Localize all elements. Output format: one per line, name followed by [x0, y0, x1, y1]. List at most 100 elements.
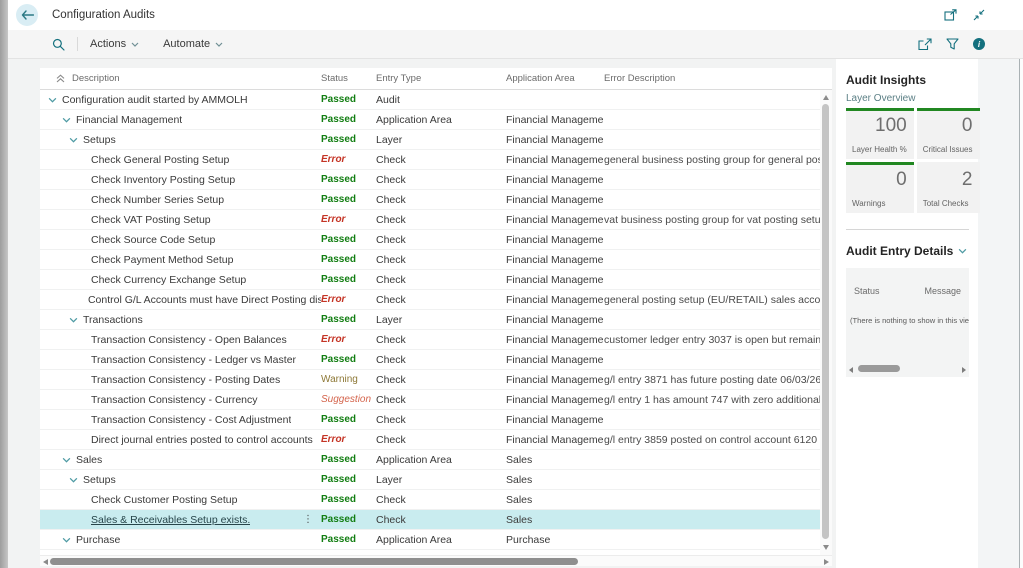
row-description-cell: Check Customer Posting Setup ⋮ [48, 490, 321, 509]
row-application-area: Purchase [506, 533, 551, 546]
insight-tile[interactable]: 0 Warnings [846, 162, 914, 213]
scroll-down-icon[interactable] [823, 545, 829, 550]
table-row[interactable]: Configuration audit started by AMMOLH ⋮ … [40, 90, 820, 110]
column-header-description[interactable]: Description [72, 73, 120, 84]
column-header-error-description[interactable]: Error Description [604, 73, 820, 84]
automate-menu[interactable]: Automate [163, 38, 223, 50]
table-row[interactable]: Transactions ⋮ Passed Layer Financial Ma… [40, 310, 820, 330]
chevron-down-icon[interactable] [48, 97, 57, 103]
row-application-area: Financial Management [506, 233, 604, 246]
scroll-right-icon[interactable] [824, 558, 829, 565]
action-bar: Actions Automate i [8, 30, 1023, 59]
chevron-down-icon[interactable] [62, 537, 71, 543]
back-button[interactable] [16, 4, 38, 26]
row-description-cell: Sales ⋮ [48, 450, 321, 469]
actions-menu[interactable]: Actions [90, 38, 139, 50]
insight-tile[interactable]: 0 Critical Issues [916, 108, 980, 159]
row-status: Passed [321, 254, 357, 265]
row-entry-type: Check [376, 493, 406, 506]
audit-list: Description Status Entry Type Applicatio… [40, 68, 832, 566]
row-application-area: Financial Management [506, 293, 604, 306]
row-status: Passed [321, 314, 357, 325]
row-description: Transactions [83, 313, 143, 326]
table-row[interactable]: Check Inventory Posting Setup ⋮ Passed C… [40, 170, 820, 190]
scroll-left-icon[interactable] [849, 366, 853, 373]
column-header-application-area[interactable]: Application Area [506, 73, 604, 84]
filter-icon[interactable] [946, 38, 959, 50]
kebab-menu-icon[interactable]: ⋮ [303, 514, 321, 525]
table-row[interactable]: Transaction Consistency - Currency ⋮ Sug… [40, 390, 820, 410]
chevron-down-icon[interactable] [69, 137, 78, 143]
row-entry-type: Audit [376, 93, 400, 106]
row-status: Error [321, 294, 346, 305]
chevron-down-icon[interactable] [69, 477, 78, 483]
actions-label: Actions [90, 38, 127, 50]
table-row[interactable]: Check Number Series Setup ⋮ Passed Check… [40, 190, 820, 210]
window-edge [0, 0, 8, 568]
row-entry-type: Check [376, 513, 406, 526]
horizontal-scrollbar[interactable] [40, 555, 832, 566]
scroll-right-icon[interactable] [962, 366, 966, 373]
row-application-area: Financial Management [506, 413, 604, 426]
details-column-status[interactable]: Status [854, 286, 880, 296]
vertical-scroll-thumb[interactable] [822, 104, 829, 539]
table-row[interactable]: Direct journal entries posted to control… [40, 430, 820, 450]
table-row[interactable]: Transaction Consistency - Ledger vs Mast… [40, 350, 820, 370]
row-description-cell: Check Currency Exchange Setup ⋮ [48, 270, 321, 289]
table-row[interactable]: Sales & Receivables Setup exists. ⋮ Pass… [40, 510, 820, 530]
table-row[interactable]: Setups ⋮ Passed Layer Sales [40, 470, 820, 490]
chevron-down-icon[interactable] [62, 117, 71, 123]
details-scroll-thumb[interactable] [858, 365, 900, 372]
table-row[interactable]: Transaction Consistency - Posting Dates … [40, 370, 820, 390]
row-application-area: Financial Management [506, 373, 604, 386]
row-application-area: Financial Management [506, 113, 604, 126]
row-entry-type: Application Area [376, 113, 452, 126]
table-rows: Configuration audit started by AMMOLH ⋮ … [40, 90, 820, 550]
row-description: Check Inventory Posting Setup [91, 173, 236, 186]
chevron-down-icon[interactable] [69, 317, 78, 323]
row-status: Passed [321, 514, 357, 525]
column-header-entry-type[interactable]: Entry Type [376, 73, 506, 84]
table-row[interactable]: Check Currency Exchange Setup ⋮ Passed C… [40, 270, 820, 290]
row-status: Passed [321, 354, 357, 365]
details-horizontal-scrollbar[interactable] [849, 365, 966, 373]
table-row[interactable]: Control G/L Accounts must have Direct Po… [40, 290, 820, 310]
vertical-scrollbar[interactable] [820, 90, 832, 555]
table-row[interactable]: Setups ⋮ Passed Layer Financial Manageme… [40, 130, 820, 150]
scroll-left-icon[interactable] [43, 558, 48, 565]
table-row[interactable]: Check VAT Posting Setup ⋮ Error Check Fi… [40, 210, 820, 230]
row-description-cell: Transaction Consistency - Ledger vs Mast… [48, 350, 321, 369]
table-row[interactable]: Check Source Code Setup ⋮ Passed Check F… [40, 230, 820, 250]
column-header-status[interactable]: Status [321, 73, 376, 84]
collapse-window-icon[interactable] [973, 9, 985, 21]
collapse-all-icon[interactable] [56, 74, 65, 83]
row-status: Passed [321, 414, 357, 425]
row-description-cell: Sales & Receivables Setup exists. ⋮ [48, 510, 321, 529]
table-row[interactable]: Purchase ⋮ Passed Application Area Purch… [40, 530, 820, 550]
chevron-down-icon[interactable] [62, 457, 71, 463]
scroll-up-icon[interactable] [823, 95, 829, 100]
insight-tile[interactable]: 2 Total Checks [916, 162, 980, 213]
row-status: Passed [321, 114, 357, 125]
page-title: Configuration Audits [52, 9, 155, 21]
popout-icon[interactable] [944, 9, 957, 21]
details-column-message[interactable]: Message [924, 286, 961, 296]
search-button[interactable] [52, 38, 65, 51]
table-row[interactable]: Transaction Consistency - Open Balances … [40, 330, 820, 350]
info-icon[interactable]: i [973, 38, 985, 50]
row-error-description: customer ledger entry 3037 is open but r… [604, 333, 820, 346]
row-status: Passed [321, 234, 357, 245]
row-error-description: general posting setup (EU/RETAIL) sales … [604, 293, 820, 306]
row-entry-type: Check [376, 413, 406, 426]
audit-entry-details-header[interactable]: Audit Entry Details [846, 244, 969, 258]
table-row[interactable]: Sales ⋮ Passed Application Area Sales [40, 450, 820, 470]
horizontal-scroll-thumb[interactable] [50, 557, 578, 565]
insight-tile[interactable]: 100 Layer Health % [846, 108, 914, 159]
row-description: Check Source Code Setup [91, 233, 216, 246]
table-row[interactable]: Check General Posting Setup ⋮ Error Chec… [40, 150, 820, 170]
share-icon[interactable] [918, 37, 932, 51]
table-row[interactable]: Check Customer Posting Setup ⋮ Passed Ch… [40, 490, 820, 510]
table-row[interactable]: Check Payment Method Setup ⋮ Passed Chec… [40, 250, 820, 270]
table-row[interactable]: Transaction Consistency - Cost Adjustmen… [40, 410, 820, 430]
table-row[interactable]: Financial Management ⋮ Passed Applicatio… [40, 110, 820, 130]
